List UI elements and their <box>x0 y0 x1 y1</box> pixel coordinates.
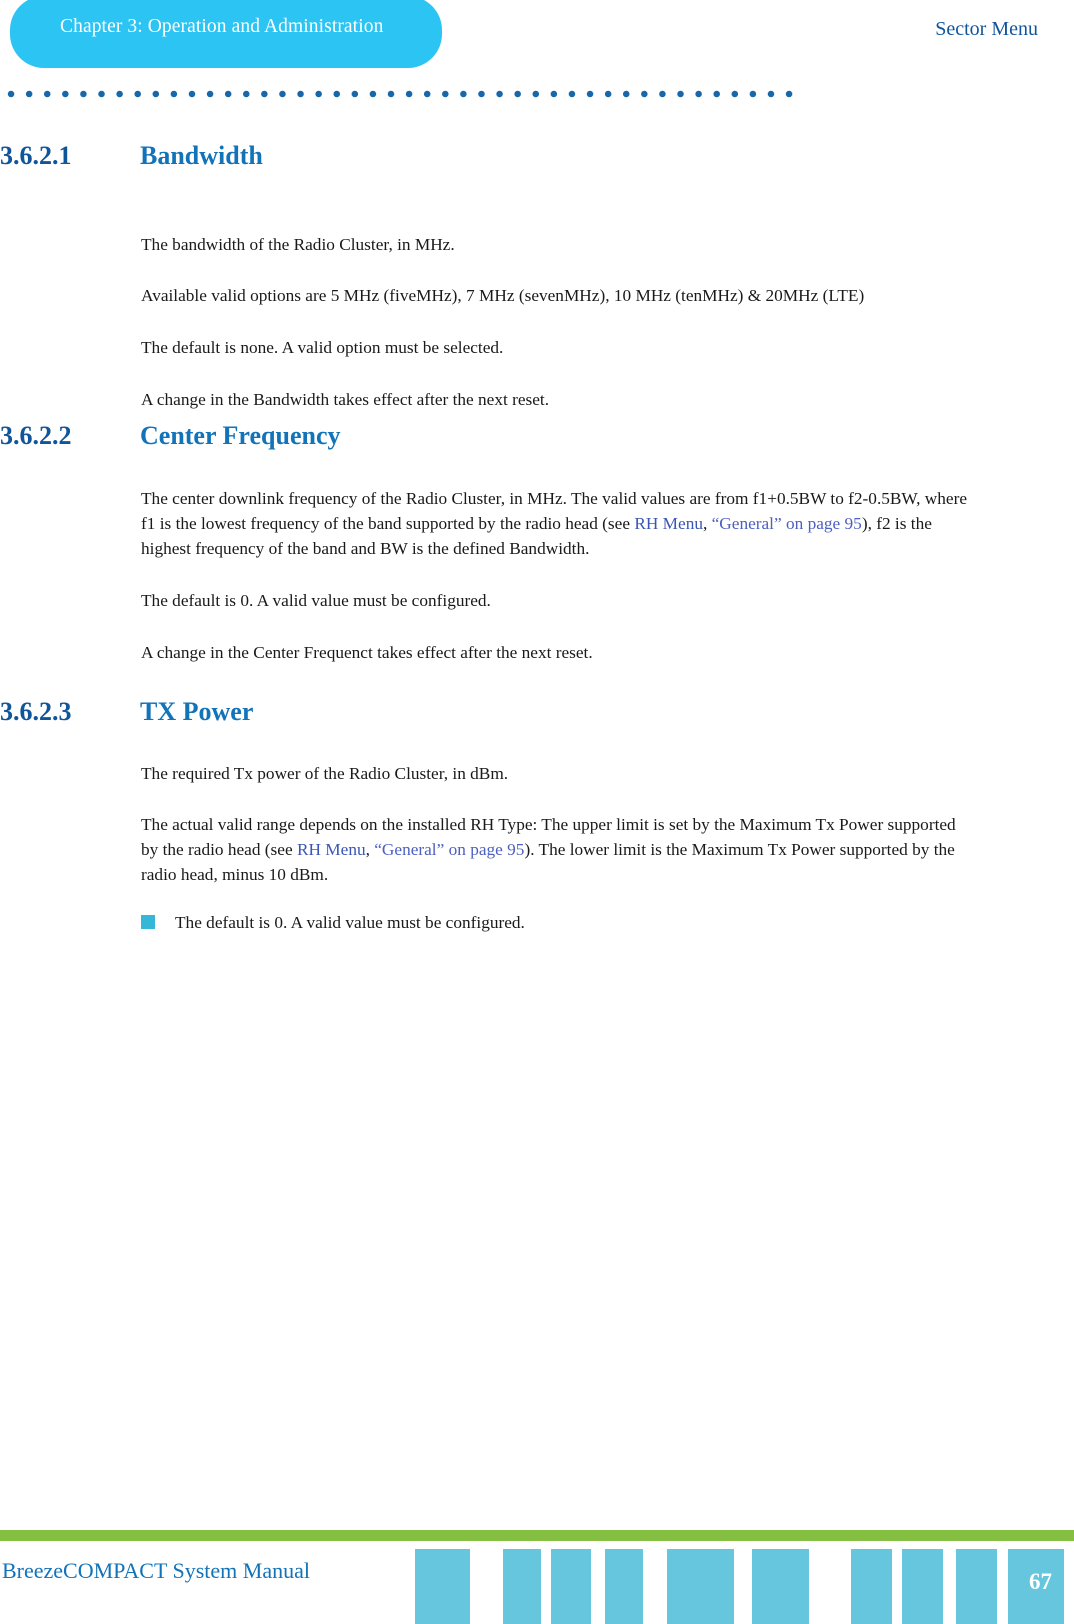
page-footer: BreezeCOMPACT System Manual 67 <box>0 1516 1074 1624</box>
footer-block <box>503 1549 541 1624</box>
chapter-tab-label: Chapter 3: Operation and Administration <box>60 16 384 37</box>
footer-block <box>851 1549 892 1624</box>
section-bandwidth: 3.6.2.1 Bandwidth The bandwidth of the R… <box>0 140 1074 409</box>
link-rh-menu[interactable]: RH Menu <box>297 840 366 859</box>
link-rh-menu[interactable]: RH Menu <box>634 514 703 533</box>
section-title: Center Frequency <box>140 421 341 450</box>
running-head-sector-menu: Sector Menu <box>935 18 1038 40</box>
list-item-label: The default is 0. A valid value must be … <box>175 913 525 932</box>
link-separator: , <box>365 840 375 859</box>
section-title: Bandwidth <box>140 141 263 170</box>
section-number: 3.6.2.3 <box>0 697 72 726</box>
page-number: 67 <box>1029 1569 1052 1594</box>
link-general-page-95[interactable]: “General” on page 95 <box>374 840 524 859</box>
footer-block <box>551 1549 591 1624</box>
section-tx-power: 3.6.2.3 TX Power The required Tx power o… <box>0 696 1074 932</box>
page-header: Chapter 3: Operation and Administration … <box>0 0 1074 108</box>
footer-block <box>605 1549 643 1624</box>
footer-block <box>667 1549 734 1624</box>
section-heading-tx-power: 3.6.2.3 TX Power <box>0 696 1074 730</box>
square-bullet-icon <box>141 915 155 929</box>
section-center-frequency: 3.6.2.2 Center Frequency The center down… <box>0 420 1074 662</box>
paragraph: A change in the Center Frequenct takes e… <box>141 643 593 662</box>
footer-block <box>415 1549 470 1624</box>
footer-block <box>956 1549 997 1624</box>
section-heading-bandwidth: 3.6.2.1 Bandwidth <box>0 140 1074 174</box>
section-title: TX Power <box>140 697 254 726</box>
paragraph-with-links: The center downlink frequency of the Rad… <box>141 486 968 561</box>
footer-green-bar <box>0 1530 1074 1541</box>
footer-decorative-blocks: 67 <box>0 1549 1074 1624</box>
section-number: 3.6.2.2 <box>0 421 72 450</box>
link-general-page-95[interactable]: “General” on page 95 <box>712 514 862 533</box>
paragraph: The default is 0. A valid value must be … <box>141 591 491 610</box>
chapter-tab: Chapter 3: Operation and Administration <box>10 0 442 68</box>
paragraph: The required Tx power of the Radio Clust… <box>141 764 509 783</box>
paragraph: Available valid options are 5 MHz (fiveM… <box>141 286 865 305</box>
footer-block <box>902 1549 943 1624</box>
list-item: The default is 0. A valid value must be … <box>141 910 961 935</box>
paragraph: The bandwidth of the Radio Cluster, in M… <box>141 235 455 254</box>
paragraph: The default is none. A valid option must… <box>141 338 504 357</box>
paragraph: A change in the Bandwidth takes effect a… <box>141 390 550 409</box>
paragraph-with-links: The actual valid range depends on the in… <box>141 812 974 887</box>
footer-page-number-block: 67 <box>1008 1549 1064 1624</box>
header-dotted-rule <box>0 90 794 98</box>
footer-block <box>752 1549 809 1624</box>
link-separator: , <box>702 514 712 533</box>
section-number: 3.6.2.1 <box>0 141 72 170</box>
section-heading-center-frequency: 3.6.2.2 Center Frequency <box>0 420 1074 454</box>
